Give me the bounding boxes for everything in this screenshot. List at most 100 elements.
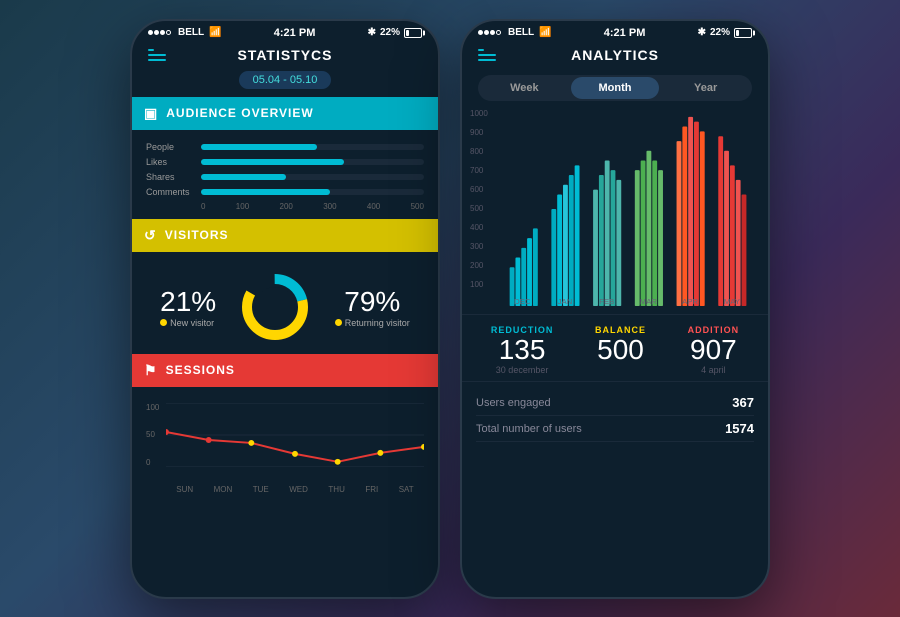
axis-200: 200 bbox=[280, 202, 293, 211]
visitors-content: 21% New visitor bbox=[132, 260, 438, 354]
status-bar-right: BELL 📶 4:21 PM ✱ 22% bbox=[462, 21, 768, 43]
tab-week[interactable]: Week bbox=[480, 77, 569, 99]
right-phone: BELL 📶 4:21 PM ✱ 22% ANALYTICS Week Mont… bbox=[460, 19, 770, 599]
svg-text:FEB: FEB bbox=[599, 297, 614, 306]
x-tue: TUE bbox=[253, 485, 269, 494]
phones-container: BELL 📶 4:21 PM ✱ 22% STATISTYCS 05.04 - … bbox=[130, 19, 770, 599]
donut-chart bbox=[240, 272, 310, 342]
reduction-label: REDUCTION bbox=[491, 325, 554, 335]
sessions-line-chart bbox=[166, 403, 424, 467]
bluetooth-icon-right: ✱ bbox=[698, 27, 706, 38]
status-left-right: BELL 📶 bbox=[478, 27, 552, 38]
returning-visitor-pct: 79% bbox=[335, 286, 410, 318]
total-label: Total number of users bbox=[476, 423, 582, 435]
date-range: 05.04 - 05.10 bbox=[253, 74, 318, 86]
bar-fill-shares bbox=[201, 174, 286, 180]
visitors-icon: ↺ bbox=[144, 227, 157, 244]
bar-track-comments bbox=[201, 189, 424, 195]
status-right-right: ✱ 22% bbox=[698, 27, 752, 38]
engaged-label: Users engaged bbox=[476, 397, 551, 409]
menu-icon-left[interactable] bbox=[148, 46, 166, 64]
svg-text:APR: APR bbox=[682, 297, 698, 306]
audience-title: AUDIENCE OVERVIEW bbox=[166, 106, 313, 120]
addition-label: ADDITION bbox=[688, 325, 740, 335]
bluetooth-icon: ✱ bbox=[368, 27, 376, 38]
sessions-x-labels: SUN MON TUE WED THU FRI SAT bbox=[146, 485, 424, 494]
x-mon: MON bbox=[214, 485, 233, 494]
returning-visitor-stat: 79% Returning visitor bbox=[335, 286, 410, 328]
visitors-header: ↺ VISITORS bbox=[132, 219, 438, 252]
sessions-title: SESSIONS bbox=[166, 363, 235, 377]
bar-label-shares: Shares bbox=[146, 172, 201, 182]
y-0: 0 bbox=[146, 458, 159, 467]
axis-500: 500 bbox=[411, 202, 424, 211]
y-300: 300 bbox=[470, 242, 488, 251]
addition-sub: 4 april bbox=[688, 365, 740, 375]
tab-month[interactable]: Month bbox=[571, 77, 660, 99]
stats-row: REDUCTION 135 30 december BALANCE 500 AD… bbox=[462, 314, 768, 383]
audience-icon: ▣ bbox=[144, 105, 158, 122]
svg-text:MAR: MAR bbox=[640, 297, 658, 306]
returning-visitor-text: Returning visitor bbox=[345, 318, 410, 328]
bar-label-comments: Comments bbox=[146, 187, 201, 197]
chart-y-labels: 1000 900 800 700 600 500 400 300 200 100 bbox=[470, 109, 488, 290]
balance-value: 500 bbox=[595, 335, 646, 366]
time-right: 4:21 PM bbox=[604, 27, 646, 39]
menu-icon-right[interactable] bbox=[478, 46, 496, 64]
battery-fill-left bbox=[406, 30, 409, 36]
reduction-block: REDUCTION 135 30 december bbox=[491, 325, 554, 376]
bar-row-likes: Likes bbox=[146, 157, 424, 167]
carrier-left: BELL bbox=[178, 27, 204, 38]
balance-block: BALANCE 500 bbox=[595, 325, 646, 376]
bar-axis: 0 100 200 300 400 500 bbox=[146, 202, 424, 211]
audience-content: People Likes Shares bbox=[132, 138, 438, 219]
app-header-right: ANALYTICS bbox=[462, 43, 768, 71]
y-200: 200 bbox=[470, 261, 488, 270]
reduction-sub: 30 december bbox=[491, 365, 554, 375]
x-wed: WED bbox=[289, 485, 308, 494]
axis-0: 0 bbox=[201, 202, 205, 211]
sessions-content: 100 50 0 bbox=[132, 395, 438, 498]
axis-400: 400 bbox=[367, 202, 380, 211]
wifi-icon: 📶 bbox=[209, 27, 221, 38]
user-stats: Users engaged 367 Total number of users … bbox=[462, 382, 768, 450]
chart-area: 1000 900 800 700 600 500 400 300 200 100 bbox=[462, 109, 768, 314]
balance-sub bbox=[595, 365, 646, 375]
engaged-value: 367 bbox=[732, 395, 754, 410]
bar-track-people bbox=[201, 144, 424, 150]
bar-track-likes bbox=[201, 159, 424, 165]
battery-pct-left: 22% bbox=[380, 27, 400, 38]
app-title-left: STATISTYCS bbox=[237, 47, 332, 63]
balance-label: BALANCE bbox=[595, 325, 646, 335]
app-title-right: ANALYTICS bbox=[571, 47, 659, 63]
signal-dots-right bbox=[478, 27, 502, 38]
bar-row-people: People bbox=[146, 142, 424, 152]
bar-row-shares: Shares bbox=[146, 172, 424, 182]
axis-300: 300 bbox=[323, 202, 336, 211]
tab-year[interactable]: Year bbox=[661, 77, 750, 99]
audience-section: ▣ AUDIENCE OVERVIEW People Likes bbox=[132, 97, 438, 219]
y-100: 100 bbox=[146, 403, 159, 412]
tabs-row: Week Month Year bbox=[478, 75, 752, 101]
user-stat-total: Total number of users 1574 bbox=[476, 416, 754, 442]
sessions-svg-wrap bbox=[166, 403, 424, 467]
y-700: 700 bbox=[470, 166, 488, 175]
status-right-left: ✱ 22% bbox=[368, 27, 422, 38]
wifi-icon-right: 📶 bbox=[539, 27, 551, 38]
status-left: BELL 📶 bbox=[148, 27, 222, 38]
y-100: 100 bbox=[470, 280, 488, 289]
battery-fill-right bbox=[736, 30, 739, 36]
axis-100: 100 bbox=[236, 202, 249, 211]
x-fri: FRI bbox=[365, 485, 378, 494]
x-sat: SAT bbox=[399, 485, 414, 494]
x-sun: SUN bbox=[176, 485, 193, 494]
returning-dot bbox=[335, 319, 342, 326]
addition-block: ADDITION 907 4 april bbox=[688, 325, 740, 376]
y-800: 800 bbox=[470, 147, 488, 156]
reduction-value: 135 bbox=[491, 335, 554, 366]
y-900: 900 bbox=[470, 128, 488, 137]
battery-icon-left bbox=[404, 28, 422, 38]
bar-track-shares bbox=[201, 174, 424, 180]
svg-text:JAN: JAN bbox=[558, 297, 573, 306]
chart-svg-wrap: DEC JAN FEB MAR APR MAY bbox=[498, 109, 760, 314]
